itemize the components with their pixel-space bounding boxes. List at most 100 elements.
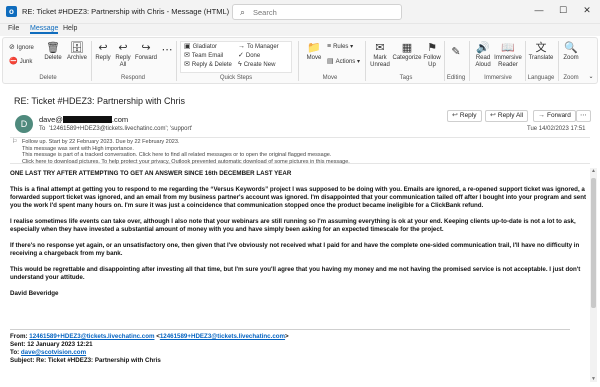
archive-icon: 🗄 — [70, 42, 84, 54]
fwd-to-link[interactable]: dave@scotvision.com — [21, 349, 86, 356]
forward-icon: ↪ — [141, 42, 151, 54]
ribbon-expand-button[interactable]: ⌄ — [586, 74, 596, 81]
category-icon: ▦ — [401, 42, 413, 54]
fwd-to-label: To: — [10, 349, 20, 356]
group-label-language: Language — [527, 75, 555, 81]
quick-step-done[interactable]: ✓ Done — [238, 52, 260, 60]
translate-button[interactable]: 文 Translate — [527, 42, 555, 62]
minimize-button[interactable]: — — [532, 5, 546, 15]
to-label: To — [39, 126, 46, 132]
reply-action-button[interactable]: ↩ Reply — [447, 110, 482, 122]
quick-step-label: Done — [245, 53, 261, 59]
reply-all-button[interactable]: ↩ Reply All — [112, 42, 134, 69]
move-label: Move — [306, 55, 322, 61]
group-label-immersive: Immersive — [484, 75, 512, 81]
quick-step-create-new[interactable]: ϟ Create New — [238, 61, 275, 69]
archive-button[interactable]: 🗄 Archive — [65, 42, 89, 62]
more-actions-button[interactable]: ⋯ — [576, 110, 591, 122]
rules-button[interactable]: ≡ Rules ▾ — [327, 43, 353, 51]
download-pictures-info[interactable]: Click here to download pictures. To help… — [10, 159, 590, 166]
reply-all-action-button[interactable]: ↩ Reply All — [485, 110, 529, 122]
immersive-reader-label: Immersive Reader — [494, 55, 522, 68]
sender[interactable]: dave@ .com — [39, 115, 128, 124]
signature: David Beveridge — [10, 290, 59, 297]
close-button[interactable]: ✕ — [580, 5, 594, 16]
quick-step-to-manager[interactable]: → To Manager — [238, 43, 279, 51]
team-icon: ✉ — [184, 52, 190, 59]
quick-step-team-email[interactable]: ✉ Team Email — [184, 52, 223, 60]
quick-step-label: Team Email — [191, 53, 224, 59]
actions-button[interactable]: ▤ Actions ▾ — [327, 58, 360, 66]
follow-up-button[interactable]: ⚑ Follow Up — [422, 42, 442, 69]
reply-delete-icon: ✉ — [184, 61, 190, 68]
reply-icon: ↩ — [98, 42, 108, 54]
actions-icon: ▤ — [327, 58, 334, 65]
fwd-from-link-2[interactable]: 12461589+HDEZ3@tickets.livechatinc.com — [160, 333, 285, 340]
ribbon-tabs: File Message Help — [0, 24, 600, 36]
search-placeholder: Search — [253, 8, 277, 17]
fwd-sent-label: Sent: — [10, 341, 26, 348]
forward-action-button[interactable]: → Forward — [533, 110, 576, 122]
speaker-icon: 🔊 — [476, 42, 490, 54]
tab-help[interactable]: Help — [63, 25, 77, 32]
redacted-block — [62, 116, 112, 123]
scroll-up-icon[interactable]: ▲ — [590, 168, 597, 174]
fwd-from-link[interactable]: 12461589+HDEZ3@tickets.livechatinc.com — [29, 333, 154, 340]
sender-prefix: dave@ — [39, 115, 63, 124]
group-label-respond: Respond — [120, 75, 146, 81]
read-aloud-button[interactable]: 🔊 Read Aloud — [472, 42, 494, 69]
magnifier-icon: 🔍 — [564, 42, 578, 54]
scrollbar-thumb[interactable] — [591, 178, 596, 308]
tab-file[interactable]: File — [8, 25, 19, 32]
fwd-sent-value: 12 January 2023 12:21 — [27, 341, 93, 348]
zoom-label: Zoom — [563, 55, 579, 61]
editing-button[interactable]: ✎ — [449, 46, 463, 59]
group-label-editing: Editing — [446, 75, 466, 81]
reply-action-label: Reply — [459, 112, 477, 119]
quick-step-label: Gladiator — [192, 44, 217, 50]
scroll-down-icon[interactable]: ▼ — [590, 376, 597, 382]
body-paragraph: I realise sometimes life events can take… — [10, 218, 576, 233]
quick-step-reply-delete[interactable]: ✉ Reply & Delete — [184, 61, 232, 69]
ignore-button[interactable]: ⊘ Ignore — [9, 44, 34, 52]
ribbon-separator — [365, 41, 366, 81]
more-respond-button[interactable]: ⋯ — [160, 44, 174, 57]
recipients: To '12461589+HDEZ3@tickets.livechatinc.c… — [39, 126, 192, 132]
window-title: RE: Ticket #HDEZ3: Partnership with Chri… — [22, 7, 230, 16]
delete-button[interactable]: 🗑 Delete — [41, 42, 65, 62]
vertical-scrollbar[interactable]: ▲ ▼ — [590, 168, 597, 382]
fwd-from-row: From: 12461589+HDEZ3@tickets.livechatinc… — [10, 333, 289, 340]
quick-step-label: Reply & Delete — [191, 62, 232, 68]
move-folder-icon: 📁 — [307, 42, 321, 54]
categorize-label: Categorize — [392, 55, 422, 61]
forward-icon: → — [538, 112, 545, 119]
rules-label: Rules — [333, 44, 349, 50]
tab-message[interactable]: Message — [30, 25, 59, 34]
reply-button[interactable]: ↩ Reply — [93, 42, 113, 62]
forwarded-header: From: 12461589+HDEZ3@tickets.livechatinc… — [10, 333, 289, 365]
ribbon-separator — [298, 41, 299, 81]
message-body: ONE LAST TRY AFTER ATTEMPTING TO GET AN … — [10, 170, 590, 304]
reply-all-icon: ↩ — [118, 42, 128, 54]
search-box[interactable]: ⌕ Search — [232, 4, 402, 20]
lightning-icon: ϟ — [238, 61, 242, 68]
ribbon-separator — [176, 41, 177, 81]
mark-unread-button[interactable]: ✉ Mark Unread — [369, 42, 391, 69]
categorize-button[interactable]: ▦ Categorize — [392, 42, 422, 62]
maximize-button[interactable]: ☐ — [556, 5, 570, 16]
arrow-right-icon: → — [238, 43, 245, 50]
chevron-down-icon: ⌄ — [588, 74, 594, 80]
more-options-icon: ⋯ — [580, 112, 587, 119]
trash-icon: 🗑 — [46, 42, 60, 54]
folder-icon: ▣ — [184, 43, 191, 50]
avatar[interactable]: D — [15, 115, 33, 133]
group-label-zoom: Zoom — [563, 75, 579, 81]
forward-button[interactable]: ↪ Forward — [133, 42, 159, 62]
body-paragraph: If there's no response yet again, or an … — [10, 242, 580, 257]
reply-all-label: Reply All — [115, 55, 131, 68]
zoom-button[interactable]: 🔍 Zoom — [561, 42, 581, 62]
immersive-reader-button[interactable]: 📖 Immersive Reader — [494, 42, 522, 69]
quick-step-gladiator[interactable]: ▣ Gladiator — [184, 43, 217, 51]
move-button[interactable]: 📁 Move — [303, 42, 325, 62]
junk-button[interactable]: ⛔ Junk — [9, 58, 32, 66]
